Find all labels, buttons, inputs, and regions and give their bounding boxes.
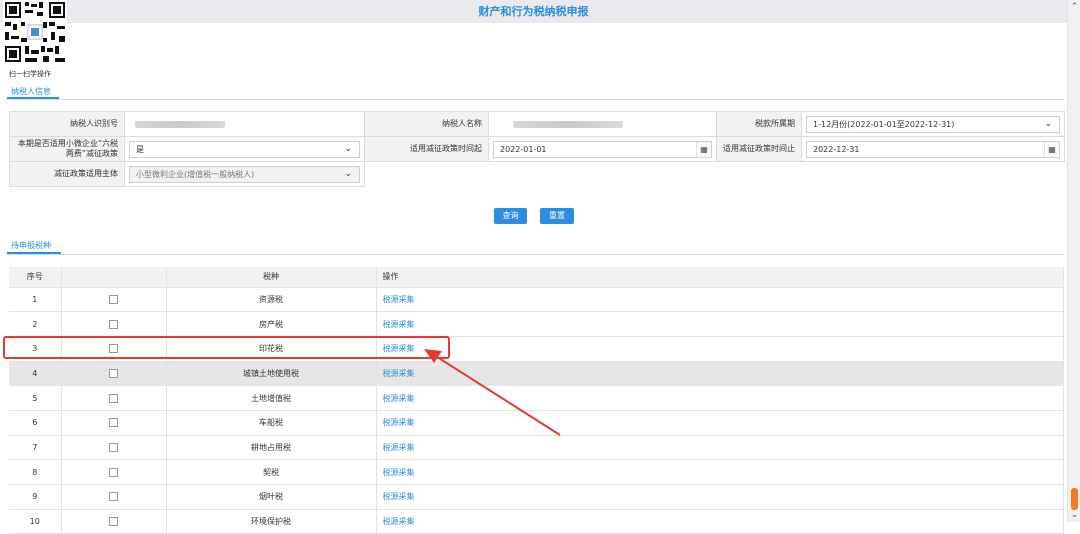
tax-period-value: 1-12月份(2022-01-01至2022-12-31) [813, 119, 955, 129]
relief-end-label: 适用减征政策时间止 [716, 136, 802, 162]
relief-subject-value: 小型微利企业(增值税一般纳税人) [136, 169, 255, 179]
taxpayer-name-value [488, 111, 717, 137]
relief-end-date-input[interactable]: 2022-12-31 ▦ [806, 140, 1060, 158]
qr-code-icon [3, 0, 67, 64]
tab-pending-taxes[interactable]: 待申报税种 [11, 240, 51, 251]
taxpayer-id-label: 纳税人识别号 [9, 111, 125, 137]
row-no: 1 [9, 287, 62, 313]
row-no: 5 [9, 385, 62, 411]
scroll-thumb[interactable] [1071, 488, 1078, 510]
scroll-down-icon[interactable]: ⌄ [1069, 510, 1080, 520]
row-no: 4 [9, 361, 62, 387]
qr-caption: 扫一扫学操作 [9, 70, 51, 78]
row-checkbox[interactable] [109, 319, 118, 329]
taxpayer-name-label: 纳税人名称 [364, 111, 489, 137]
row-checkbox[interactable] [109, 492, 118, 502]
row-no: 6 [9, 410, 62, 436]
page-title: 财产和行为税纳税申报 [0, 0, 1067, 23]
collect-source-link[interactable]: 税源采集 [383, 369, 415, 378]
row-checkbox[interactable] [109, 393, 118, 403]
row-no: 8 [9, 459, 62, 485]
red-arrow-annotation-icon [424, 349, 561, 436]
annotation-highlight-box [3, 336, 450, 359]
row-tax: 土地增值税 [166, 385, 377, 411]
chevron-down-icon: ⌄ [344, 143, 352, 154]
row-tax: 车船税 [166, 410, 377, 436]
collect-source-link[interactable]: 税源采集 [383, 394, 415, 403]
table-row: 1 资源税 税源采集 [9, 287, 1064, 313]
row-checkbox[interactable] [109, 368, 118, 378]
row-tax: 城镇土地使用税 [166, 361, 377, 387]
column-header-select [61, 267, 167, 288]
row-checkbox[interactable] [109, 294, 118, 304]
relief-subject-label: 减征政策适用主体 [9, 161, 125, 187]
row-tax: 烟叶税 [166, 484, 377, 510]
reset-button[interactable]: 重置 [540, 208, 574, 224]
calendar-icon[interactable]: ▦ [696, 141, 711, 157]
small-micro-select[interactable]: 是 ⌄ [129, 140, 360, 158]
row-tax: 资源税 [166, 287, 377, 313]
relief-start-value: 2022-01-01 [500, 144, 547, 154]
relief-subject-select: 小型微利企业(增值税一般纳税人) ⌄ [129, 165, 360, 183]
row-checkbox[interactable] [109, 467, 118, 477]
row-tax: 契税 [166, 459, 377, 485]
collect-source-link[interactable]: 税源采集 [383, 468, 415, 477]
tax-period-label: 税款所属期 [716, 111, 802, 137]
column-header-no: 序号 [9, 267, 62, 288]
small-micro-label: 本期是否适用小微企业“六税两费”减征政策 [9, 136, 125, 162]
table-row: 9 烟叶税 税源采集 [9, 484, 1064, 510]
row-no: 7 [9, 435, 62, 461]
column-header-operation: 操作 [376, 267, 1064, 288]
table-row: 8 契税 税源采集 [9, 459, 1064, 485]
small-micro-value: 是 [136, 144, 144, 154]
row-checkbox[interactable] [109, 442, 118, 452]
row-tax: 耕地占用税 [166, 435, 377, 461]
taxpayer-form: 纳税人识别号 纳税人名称 税款所属期 1-12月份(2022-01-01至202… [9, 111, 1065, 187]
row-no: 9 [9, 484, 62, 510]
collect-source-link[interactable]: 税源采集 [383, 492, 415, 501]
collect-source-link[interactable]: 税源采集 [383, 295, 415, 304]
relief-end-value: 2022-12-31 [813, 144, 860, 154]
tab-taxpayer-info[interactable]: 纳税人信息 [11, 86, 51, 97]
chevron-down-icon: ⌄ [1044, 118, 1052, 129]
relief-start-label: 适用减征政策时间起 [364, 136, 489, 162]
column-header-tax: 税种 [166, 267, 377, 288]
divider [7, 254, 1064, 255]
calendar-icon[interactable]: ▦ [1044, 141, 1059, 157]
chevron-down-icon: ⌄ [344, 168, 352, 179]
taxpayer-id-value [124, 111, 365, 137]
row-tax: 房产税 [166, 311, 377, 337]
vertical-scrollbar[interactable]: ⌃ ⌄ [1067, 0, 1080, 522]
row-no: 2 [9, 311, 62, 337]
query-button[interactable]: 查询 [494, 208, 527, 224]
collect-source-link[interactable]: 税源采集 [383, 320, 415, 329]
table-row: 2 房产税 税源采集 [9, 311, 1064, 337]
tax-period-select[interactable]: 1-12月份(2022-01-01至2022-12-31) ⌄ [806, 115, 1060, 133]
collect-source-link[interactable]: 税源采集 [383, 418, 415, 427]
collect-source-link[interactable]: 税源采集 [383, 443, 415, 452]
relief-start-date-input[interactable]: 2022-01-01 ▦ [493, 140, 712, 158]
row-checkbox[interactable] [109, 418, 118, 428]
scroll-up-icon[interactable]: ⌃ [1069, 2, 1080, 12]
divider [7, 99, 1064, 100]
